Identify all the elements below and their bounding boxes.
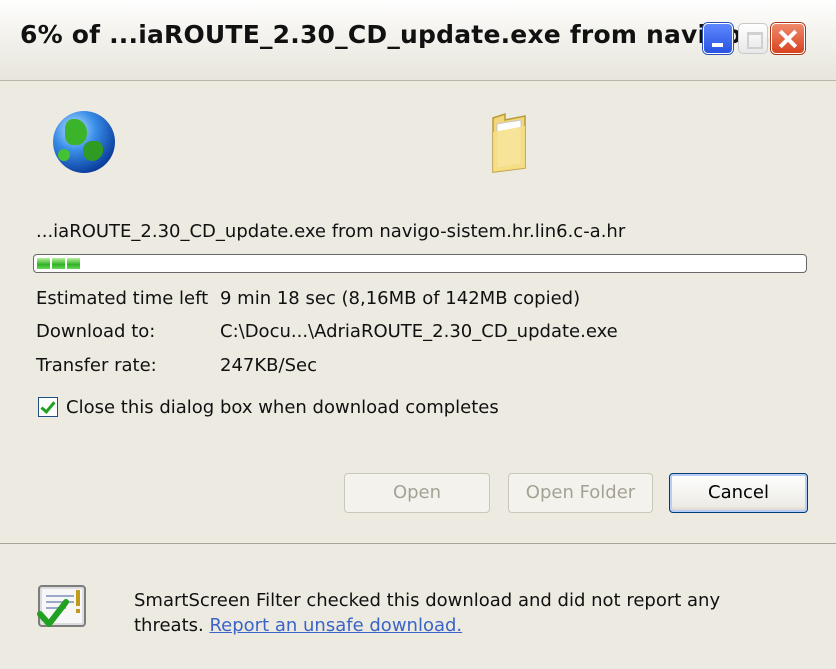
estimated-time-row: Estimated time left 9 min 18 sec (8,16MB… — [36, 288, 580, 309]
close-when-done-checkbox[interactable] — [38, 397, 58, 417]
download-progress-bar — [33, 254, 807, 273]
estimated-time-label: Estimated time left — [36, 288, 209, 309]
transfer-rate-label: Transfer rate: — [36, 355, 157, 376]
folder-icon — [492, 112, 526, 173]
download-to-row: Download to: C:\Docu...\AdriaROUTE_2.30_… — [36, 321, 618, 342]
close-icon[interactable] — [771, 23, 805, 54]
download-to-value: C:\Docu...\AdriaROUTE_2.30_CD_update.exe — [220, 321, 618, 342]
open-button[interactable]: Open — [344, 473, 490, 513]
minimize-icon[interactable] — [703, 23, 733, 54]
download-filename: ...iaROUTE_2.30_CD_update.exe from navig… — [36, 221, 626, 242]
smartscreen-message-block: SmartScreen Filter checked this download… — [134, 588, 774, 638]
estimated-time-value: 9 min 18 sec (8,16MB of 142MB copied) — [220, 288, 581, 309]
maximize-icon — [738, 23, 768, 54]
download-dialog: 6% of ...iaROUTE_2.30_CD_update.exe from… — [0, 0, 836, 669]
close-when-done-label[interactable]: Close this dialog box when download comp… — [66, 397, 499, 418]
globe-icon — [53, 111, 115, 173]
smartscreen-shield-icon — [37, 585, 86, 627]
transfer-rate-value: 247KB/Sec — [220, 355, 317, 376]
open-folder-button[interactable]: Open Folder — [508, 473, 653, 513]
title-bar[interactable]: 6% of ...iaROUTE_2.30_CD_update.exe from… — [0, 0, 836, 81]
progress-fill — [37, 258, 80, 269]
report-unsafe-link[interactable]: Report an unsafe download. — [209, 615, 462, 636]
download-to-label: Download to: — [36, 321, 156, 342]
window-title: 6% of ...iaROUTE_2.30_CD_update.exe from… — [20, 20, 771, 49]
cancel-button[interactable]: Cancel — [669, 473, 808, 513]
transfer-rate-row: Transfer rate: 247KB/Sec — [36, 355, 317, 376]
